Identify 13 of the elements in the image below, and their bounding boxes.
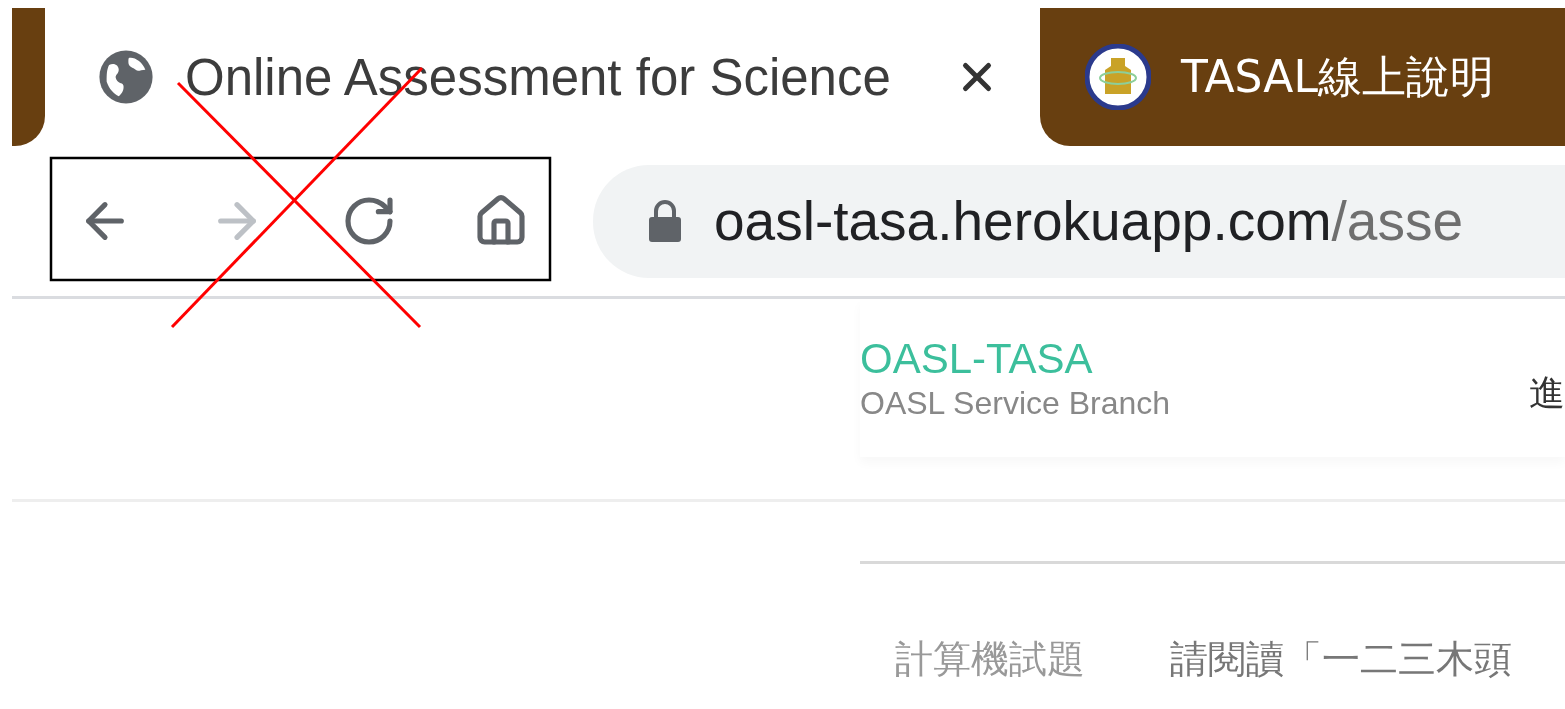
address-bar[interactable]: oasl-tasa.herokuapp.com/asse (593, 164, 1565, 278)
url-host: oasl-tasa.herokuapp.com (714, 189, 1332, 253)
url-path: /asse (1331, 189, 1464, 253)
lock-icon (648, 199, 682, 243)
browser-tab[interactable]: TASAL線上說明 (1040, 8, 1565, 146)
site-title: OASL-TASA (860, 334, 1094, 383)
globe-icon (97, 48, 155, 106)
site-subtitle: OASL Service Branch (860, 384, 1171, 422)
emblem-icon (1085, 44, 1151, 110)
tab-title: TASAL線上說明 (1181, 49, 1494, 104)
question-text: 請閱讀「一二三木頭 (1170, 636, 1512, 683)
question-label: 計算機試題 (895, 636, 1085, 683)
nav-link[interactable]: 進 (1529, 368, 1565, 418)
